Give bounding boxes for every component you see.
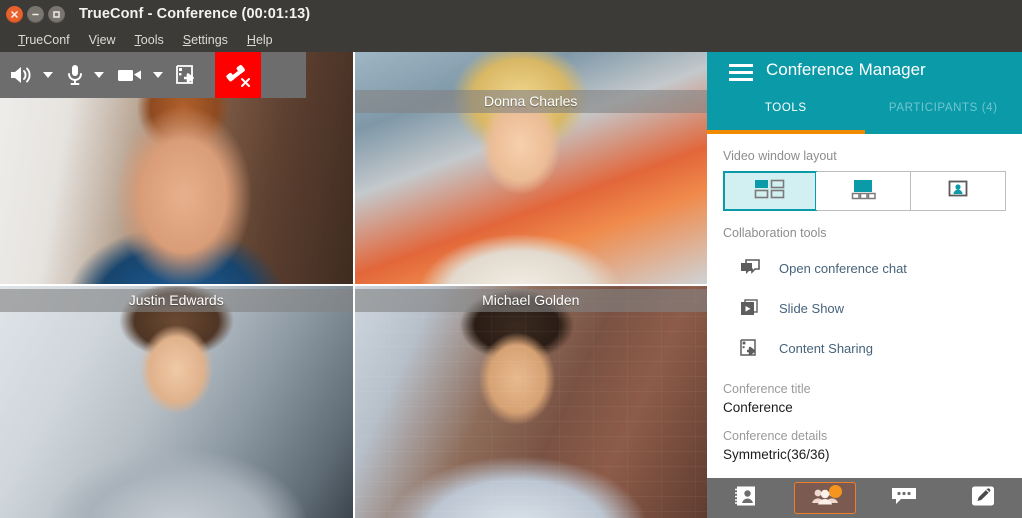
maximize-icon[interactable] (48, 5, 65, 23)
panel-tabs: TOOLS PARTICIPANTS (4) (707, 100, 1022, 134)
video-tile[interactable]: Michael Golden (354, 286, 707, 518)
truecCnf-application-window: TrueConf - Conference (00:01:13) TrueCon… (0, 0, 1022, 518)
collaboration-tools-section-label: Collaboration tools (723, 226, 827, 240)
speaker-button[interactable] (0, 52, 42, 98)
panel-title: Conference Manager (766, 60, 926, 79)
media-toolbar (0, 52, 306, 98)
conference-title-value: Conference (723, 400, 793, 415)
participant-name-label: Donna Charles (354, 90, 707, 113)
tab-active-indicator (707, 130, 865, 134)
speaker-dropdown-icon[interactable] (43, 72, 53, 78)
slide-show-item[interactable]: Slide Show (723, 288, 1006, 328)
panel-body: Video window layout Collaboration tools … (707, 134, 1022, 518)
menu-item-help[interactable]: Help (238, 31, 283, 49)
conference-title-label: Conference title (723, 382, 811, 396)
address-book-tab[interactable] (715, 482, 777, 514)
tab-participants-label: PARTICIPANTS (4) (888, 102, 998, 114)
tab-tools[interactable]: TOOLS (707, 100, 865, 134)
window-title: TrueConf - Conference (00:01:13) (79, 6, 311, 22)
video-grid: Donna Charles Justin Edwards Michael Gol… (0, 52, 707, 518)
hangup-button[interactable] (215, 52, 261, 98)
window-controls (6, 5, 65, 23)
camera-button[interactable] (108, 52, 152, 98)
video-area: Donna Charles Justin Edwards Michael Gol… (0, 52, 707, 518)
open-conference-chat-label: Open conference chat (779, 260, 907, 276)
title-bar: TrueConf - Conference (00:01:13) (0, 0, 1022, 28)
panel-header: Conference Manager TOOLS PARTICIPANTS (4… (707, 52, 1022, 134)
bottom-tab-bar (707, 478, 1022, 518)
menu-item-trueconf[interactable]: TrueConf (9, 31, 80, 49)
grid-layout-option[interactable] (723, 171, 818, 211)
participant-video-feed (354, 286, 707, 518)
hangup-icon (226, 64, 250, 87)
video-tile[interactable]: Justin Edwards (0, 286, 353, 518)
microphone-button[interactable] (57, 52, 93, 98)
open-conference-chat-item[interactable]: Open conference chat (723, 248, 1006, 288)
participant-name-label: Justin Edwards (0, 289, 353, 312)
content-sharing-icon (739, 337, 761, 359)
menu-item-tools[interactable]: Tools (126, 31, 174, 49)
conference-details-label: Conference details (723, 429, 828, 443)
address-book-icon (732, 484, 760, 513)
camera-dropdown-icon[interactable] (153, 72, 163, 78)
menu-bar: TrueConf View Tools Settings Help (0, 28, 1022, 52)
participant-video-feed (0, 286, 353, 518)
conference-manager-panel: Conference Manager TOOLS PARTICIPANTS (4… (707, 52, 1022, 518)
speaker-layout-icon (846, 177, 880, 206)
speaker-layout-option[interactable] (816, 172, 911, 210)
minimize-icon[interactable] (27, 5, 44, 23)
chat-icon (739, 257, 761, 279)
pen-icon (969, 484, 997, 513)
tab-participants[interactable]: PARTICIPANTS (4) (865, 100, 1022, 134)
menu-item-view[interactable]: View (80, 31, 126, 49)
menu-item-settings[interactable]: Settings (174, 31, 238, 49)
conference-details-value: Symmetric(36/36) (723, 447, 830, 462)
single-layout-icon (941, 177, 975, 206)
slide-show-label: Slide Show (779, 300, 845, 316)
participant-video-feed (354, 52, 707, 284)
tab-tools-label: TOOLS (764, 102, 807, 114)
chat-bubble-icon (889, 485, 919, 512)
slideshow-icon (739, 297, 761, 319)
video-tile[interactable]: Donna Charles (354, 52, 707, 284)
content-sharing-item[interactable]: Content Sharing (723, 328, 1006, 368)
video-layout-section-label: Video window layout (723, 149, 837, 163)
close-icon[interactable] (6, 5, 23, 23)
participant-name-label: Michael Golden (354, 289, 707, 312)
content-sharing-label: Content Sharing (779, 340, 873, 356)
video-layout-selector (723, 171, 1006, 211)
content-share-button[interactable] (167, 52, 207, 98)
chat-tab[interactable] (873, 482, 935, 514)
grid-layout-icon (753, 177, 787, 206)
single-layout-option[interactable] (910, 172, 1005, 210)
participants-tab[interactable] (794, 482, 857, 514)
hamburger-icon[interactable] (729, 64, 753, 81)
microphone-dropdown-icon[interactable] (94, 72, 104, 78)
whiteboard-tab[interactable] (952, 482, 1014, 514)
